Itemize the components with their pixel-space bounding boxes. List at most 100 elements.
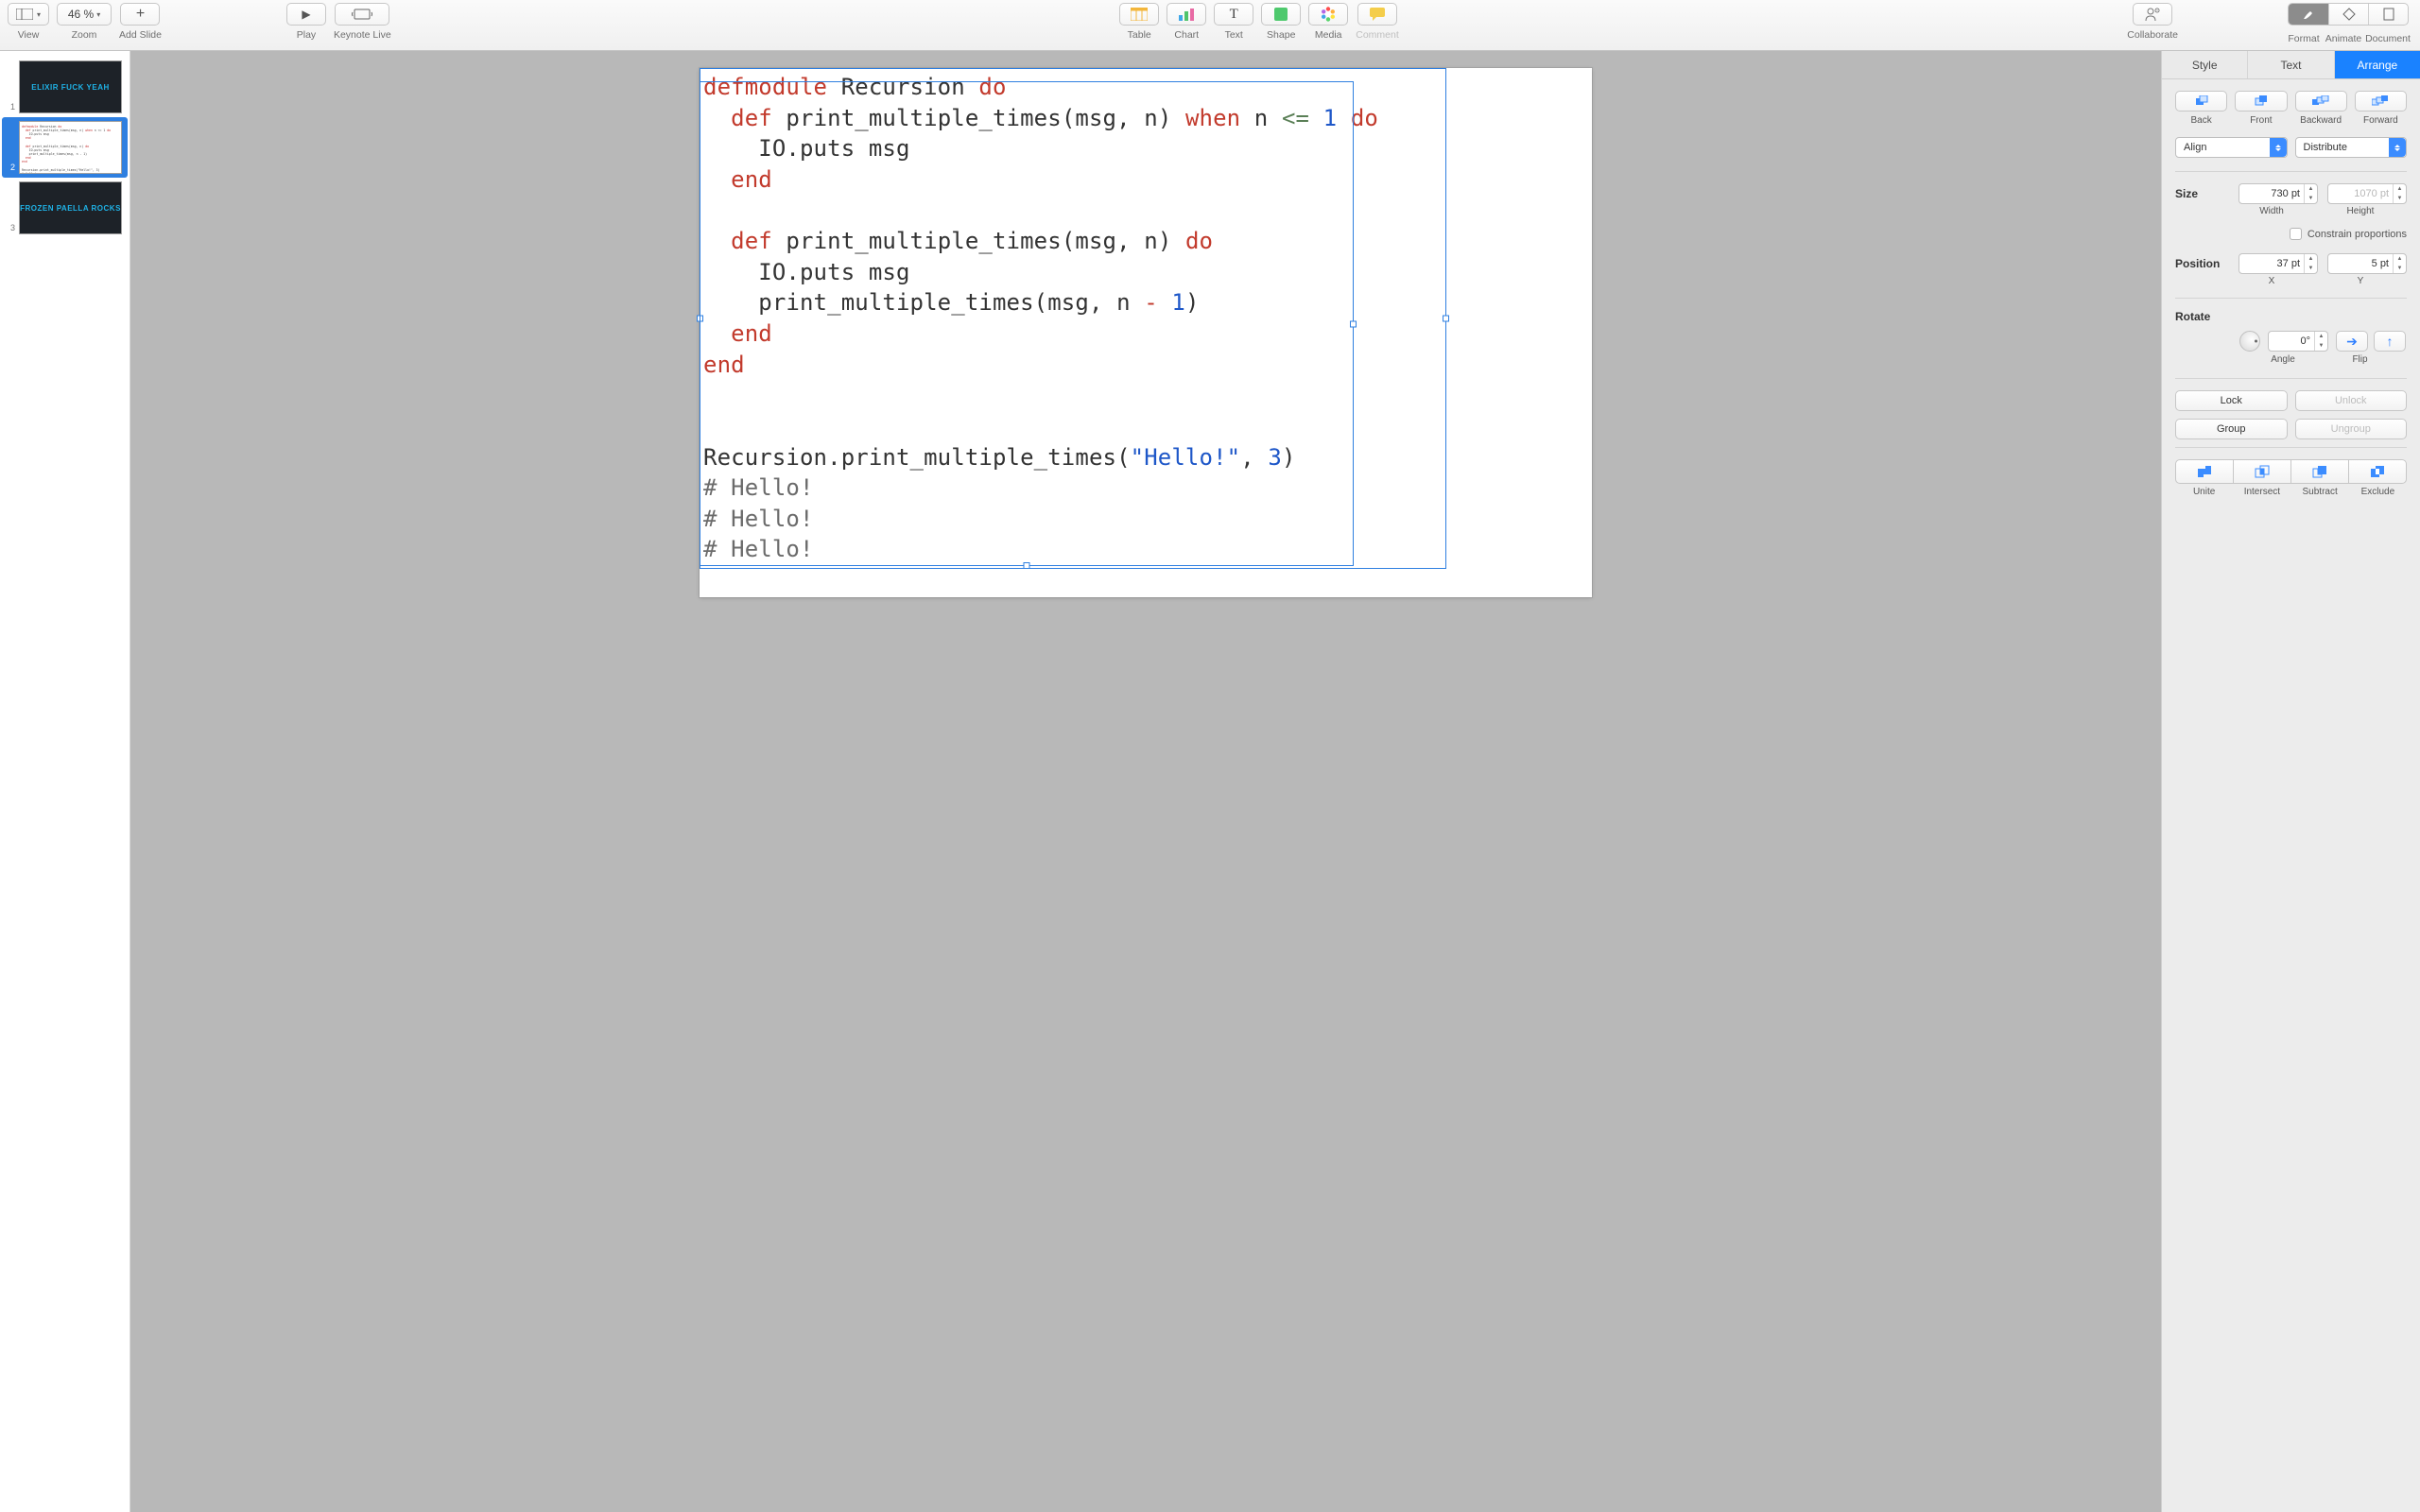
bool-ops [2175,459,2407,484]
move-forward-label: Forward [2355,115,2407,126]
x-input[interactable]: 37 pt ▲▼ [2238,253,2318,274]
y-value: 5 pt [2372,258,2389,269]
ungroup-button[interactable]: Ungroup [2295,419,2408,439]
nav-slide-3[interactable]: 3 FROZEN PAELLA ROCKS [2,178,128,238]
nav-slide-num: 1 [6,102,15,113]
text-button[interactable]: T [1214,3,1253,26]
view-button[interactable]: ▾ [8,3,49,26]
right-pane-selector [2288,3,2409,26]
tab-style[interactable]: Style [2162,51,2248,78]
nav-slide-1[interactable]: 1 ELIXIR FUCK YEAH [2,57,128,117]
position-label: Position [2175,257,2232,270]
move-front-icon [2254,95,2269,107]
document-tab-btn[interactable] [2368,4,2408,25]
slide[interactable]: defmodule Recursion do def print_multipl… [700,68,1592,597]
nav-thumb-title: FROZEN PAELLA ROCKS [20,204,121,213]
move-backward-button[interactable] [2295,91,2347,112]
add-slide-button[interactable]: + [120,3,160,26]
width-input[interactable]: 730 pt ▲▼ [2238,183,2318,204]
add-slide-label: Add Slide [119,29,162,41]
table-button[interactable] [1119,3,1159,26]
nav-thumb: defmodule Recursion do def print_multipl… [19,121,122,174]
keynote-live-button[interactable] [335,3,389,26]
inspector: Style Text Arrange Back Front Backward F… [2161,51,2420,1512]
text-icon: T [1230,7,1238,23]
diamond-icon [2342,8,2356,21]
toolbar: ▾ View 46 % ▾ Zoom + Add Slide ▶ Play Ke… [0,0,2420,51]
height-value: 1070 pt [2354,188,2389,199]
constrain-label: Constrain proportions [2308,229,2407,240]
zoom-button[interactable]: 46 % ▾ [57,3,112,26]
size-label: Size [2175,187,2232,200]
content: 1 ELIXIR FUCK YEAH 2 defmodule Recursion… [0,51,2420,1512]
code-text-box[interactable]: defmodule Recursion do def print_multipl… [703,72,1582,565]
tab-arrange[interactable]: Arrange [2335,51,2420,78]
animate-tab-btn[interactable] [2328,4,2368,25]
tab-text[interactable]: Text [2248,51,2334,78]
comment-label: Comment [1356,29,1399,41]
shape-label: Shape [1267,29,1295,41]
move-front-button[interactable] [2235,91,2287,112]
play-button[interactable]: ▶ [286,3,326,26]
flip-v-button[interactable]: ↑ [2374,331,2406,352]
move-back-icon [2194,95,2209,107]
animate-label: Animate [2324,33,2363,44]
exclude-button[interactable] [2349,459,2407,484]
rotate-label: Rotate [2175,310,2232,323]
chevron-icon [2270,138,2287,157]
nav-thumb-title: ELIXIR FUCK YEAH [31,83,110,92]
zoom-label: Zoom [72,29,97,41]
nav-slide-num: 3 [6,223,15,234]
height-sublabel: Height [2321,206,2400,216]
media-label: Media [1315,29,1342,41]
chevron-icon [2389,138,2406,157]
x-sublabel: X [2232,276,2311,286]
intersect-label: Intersect [2233,487,2290,497]
subtract-icon [2312,465,2327,478]
y-sublabel: Y [2321,276,2400,286]
view-label: View [18,29,40,41]
align-select[interactable]: Align [2175,137,2288,158]
height-input[interactable]: 1070 pt ▲▼ [2327,183,2407,204]
canvas[interactable]: defmodule Recursion do def print_multipl… [130,51,2161,1512]
play-icon: ▶ [302,8,310,21]
resize-handle[interactable] [697,316,703,322]
angle-sublabel: Angle [2253,354,2313,365]
slide-navigator[interactable]: 1 ELIXIR FUCK YEAH 2 defmodule Recursion… [0,51,130,1512]
arrow-right-icon: ➔ [2346,334,2358,350]
subtract-button[interactable] [2291,459,2349,484]
exclude-label: Exclude [2349,487,2407,497]
intersect-button[interactable] [2234,459,2291,484]
move-forward-button[interactable] [2355,91,2407,112]
exclude-icon [2370,465,2385,478]
format-label: Format [2284,33,2324,44]
nav-thumb: FROZEN PAELLA ROCKS [19,181,122,234]
move-back-button[interactable] [2175,91,2227,112]
checkbox-icon [2290,228,2302,240]
unite-label: Unite [2175,487,2233,497]
lock-button[interactable]: Lock [2175,390,2288,411]
angle-input[interactable]: 0° ▲▼ [2268,331,2328,352]
unite-icon [2197,465,2212,478]
text-label: Text [1225,29,1243,41]
format-tab-btn[interactable] [2289,4,2328,25]
distribute-select[interactable]: Distribute [2295,137,2408,158]
constrain-checkbox[interactable]: Constrain proportions [2175,228,2407,240]
nav-slide-2[interactable]: 2 defmodule Recursion do def print_multi… [2,117,128,178]
group-button[interactable]: Group [2175,419,2288,439]
unite-button[interactable] [2175,459,2234,484]
flip-h-button[interactable]: ➔ [2336,331,2368,352]
media-button[interactable] [1308,3,1348,26]
y-input[interactable]: 5 pt ▲▼ [2327,253,2407,274]
shape-button[interactable] [1261,3,1301,26]
nav-slide-num: 2 [6,163,15,174]
rotate-dial[interactable] [2239,331,2260,352]
unlock-button[interactable]: Unlock [2295,390,2408,411]
chart-icon [1178,8,1195,21]
chart-button[interactable] [1167,3,1206,26]
zoom-value: 46 % [68,8,94,21]
collaborate-button[interactable] [2133,3,2172,26]
comment-button[interactable] [1357,3,1397,26]
move-forward-icon [2372,95,2389,107]
width-sublabel: Width [2232,206,2311,216]
